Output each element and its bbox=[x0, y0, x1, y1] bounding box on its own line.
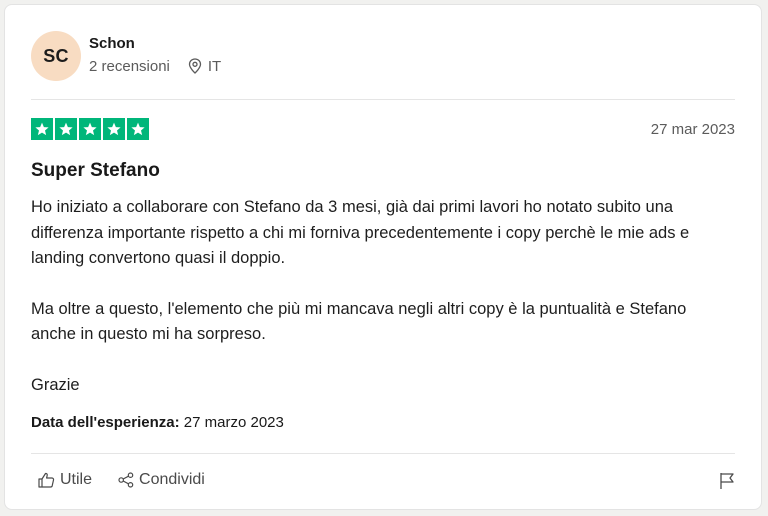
reviewer-name[interactable]: Schon bbox=[89, 34, 221, 54]
review-actions: Utile Condividi bbox=[38, 471, 205, 489]
star-icon bbox=[55, 118, 77, 140]
reviewer-header: SC Schon 2 recensioni IT bbox=[31, 31, 221, 81]
review-paragraph: Ho iniziato a collaborare con Stefano da… bbox=[31, 198, 690, 267]
reviewer-location: IT bbox=[188, 58, 221, 75]
review-title[interactable]: Super Stefano bbox=[31, 160, 160, 182]
experience-label: Data dell'esperienza: bbox=[31, 414, 180, 431]
share-label: Condividi bbox=[139, 471, 205, 488]
review-paragraph: Ma oltre a questo, l'elemento che più mi… bbox=[31, 299, 687, 344]
flag-icon bbox=[720, 473, 734, 489]
reviewer-meta: 2 recensioni IT bbox=[89, 58, 221, 75]
country-code: IT bbox=[207, 57, 222, 75]
experience-value: 27 marzo 2023 bbox=[183, 414, 284, 431]
avatar[interactable]: SC bbox=[31, 31, 81, 81]
divider bbox=[31, 99, 735, 100]
review-date: 27 mar 2023 bbox=[650, 121, 735, 138]
location-pin-icon bbox=[188, 58, 202, 74]
divider bbox=[31, 453, 735, 454]
experience-date: Data dell'esperienza: 27 marzo 2023 bbox=[31, 414, 284, 431]
reviews-count: 2 recensioni bbox=[89, 57, 170, 75]
star-icon bbox=[103, 118, 125, 140]
thumbs-up-icon bbox=[38, 472, 55, 488]
star-icon bbox=[31, 118, 53, 140]
reviewer-info: Schon 2 recensioni IT bbox=[89, 35, 221, 75]
star-icon bbox=[127, 118, 149, 140]
share-icon bbox=[118, 472, 134, 488]
review-paragraph: Grazie bbox=[31, 375, 80, 394]
star-icon bbox=[79, 118, 101, 140]
share-button[interactable]: Condividi bbox=[118, 471, 205, 489]
useful-button[interactable]: Utile bbox=[38, 471, 92, 489]
review-card: SC Schon 2 recensioni IT 27 mar 2023 Sup… bbox=[4, 4, 762, 510]
report-button[interactable] bbox=[719, 472, 735, 495]
star-rating bbox=[31, 118, 149, 140]
review-body: Ho iniziato a collaborare con Stefano da… bbox=[31, 195, 731, 423]
useful-label: Utile bbox=[60, 471, 93, 488]
